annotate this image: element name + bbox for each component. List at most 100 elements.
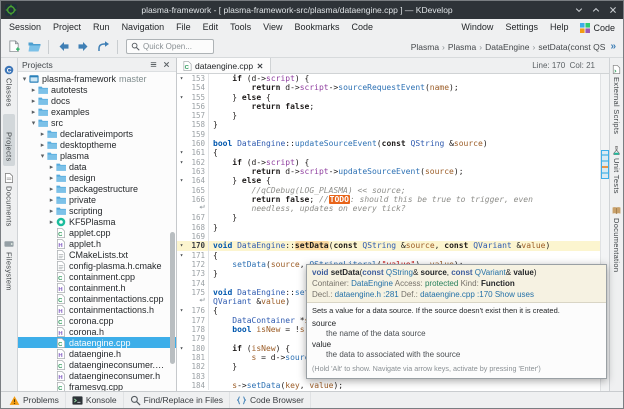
titlebar[interactable]: plasma-framework - [ plasma-framework-sr… <box>1 1 623 19</box>
code-line-169[interactable]: 169 <box>177 232 609 241</box>
dock-tab-filesystem[interactable]: Filesystem <box>3 234 15 296</box>
tree-item-dataengineconsumer-cpp[interactable]: Cdataengineconsumer.cpp <box>18 359 176 370</box>
new-file-button[interactable] <box>5 38 23 56</box>
editor-tab-dataengine-cpp[interactable]: C dataengine.cpp <box>177 58 271 73</box>
tree-item-data[interactable]: ▸data <box>18 161 176 172</box>
code-line-154[interactable]: 154 return d->script->sourceRequestEvent… <box>177 83 609 92</box>
fold-marker-icon[interactable]: ▾ <box>177 148 186 157</box>
tree-item-config-plasma-h-cmake[interactable]: config-plasma.h.cmake <box>18 260 176 271</box>
tree-item-src[interactable]: ▾src <box>18 117 176 128</box>
dock-tab-classes[interactable]: CClasses <box>3 60 15 112</box>
tree-item-desktoptheme[interactable]: ▸desktoptheme <box>18 139 176 150</box>
menu-navigation[interactable]: Navigation <box>116 19 171 36</box>
expander-icon[interactable]: ▾ <box>29 119 38 127</box>
tooltip-link-dataengine-h-281[interactable]: dataengine.h :281 <box>335 290 399 299</box>
tooltip-link-qvariant[interactable]: QVariant <box>475 268 506 277</box>
code-line-170[interactable]: ▾170void DataEngine::setData(const QStri… <box>177 241 609 250</box>
dock-tab-projects[interactable]: Projects <box>3 114 15 167</box>
statusbar-konsole-button[interactable]: Konsole <box>66 392 124 408</box>
tree-item-private[interactable]: ▸private <box>18 194 176 205</box>
tree-item-corona-cpp[interactable]: Ccorona.cpp <box>18 315 176 326</box>
expander-icon[interactable]: ▸ <box>47 185 56 193</box>
tree-item-plasma[interactable]: ▾plasma <box>18 150 176 161</box>
fold-marker-icon[interactable]: ▾ <box>177 344 186 353</box>
code-line-157[interactable]: 157 } <box>177 111 609 120</box>
code-line-166[interactable]: 166 return false; //TODO: should this be… <box>177 195 609 204</box>
menu-settings[interactable]: Settings <box>499 19 544 36</box>
expander-icon[interactable]: ▸ <box>38 141 47 149</box>
tree-item-dataengine-cpp[interactable]: Cdataengine.cpp <box>18 337 176 348</box>
fold-marker-icon[interactable]: ▾ <box>177 241 186 250</box>
expander-icon[interactable]: ▾ <box>20 75 29 83</box>
menu-tools[interactable]: Tools <box>224 19 257 36</box>
area-switcher-button[interactable]: Code <box>574 23 621 33</box>
code-line-165[interactable]: 165 //qCDebug(LOG_PLASMA) << source; <box>177 186 609 195</box>
tree-item-framesvg-cpp[interactable]: Cframesvg.cpp <box>18 381 176 391</box>
code-line-153[interactable]: ▾153 if (d->script) { <box>177 74 609 83</box>
tree-item-containmentactions-cpp[interactable]: Ccontainmentactions.cpp <box>18 293 176 304</box>
tree-item-applet-h[interactable]: Happlet.h <box>18 238 176 249</box>
statusbar-find-replace-in-files-button[interactable]: Find/Replace in Files <box>124 392 230 408</box>
tree-item-containment-cpp[interactable]: Ccontainment.cpp <box>18 271 176 282</box>
tree-item-dataengine-h[interactable]: Hdataengine.h <box>18 348 176 359</box>
fold-marker-icon[interactable]: ▾ <box>177 93 186 102</box>
tab-close-icon[interactable] <box>256 62 264 70</box>
menu-edit[interactable]: Edit <box>197 19 225 36</box>
tree-item-docs[interactable]: ▸docs <box>18 95 176 106</box>
breadcrumb-item-dataengine[interactable]: DataEngine <box>485 42 529 52</box>
tooltip-link-dataengine-cpp-170[interactable]: dataengine.cpp :170 <box>420 290 493 299</box>
menu-bookmarks[interactable]: Bookmarks <box>289 19 346 36</box>
code-line-156[interactable]: 156 return false; <box>177 102 609 111</box>
tree-item-autotests[interactable]: ▸autotests <box>18 84 176 95</box>
code-line-167[interactable]: 167 } <box>177 213 609 222</box>
statusbar-code-browser-button[interactable]: Code Browser <box>230 392 311 408</box>
minimize-button[interactable] <box>572 4 585 17</box>
tree-item-kf5plasma[interactable]: ▸KF5Plasma <box>18 216 176 227</box>
forward-button[interactable] <box>74 38 92 56</box>
projects-scrollbar[interactable] <box>170 74 175 389</box>
tree-item-dataengineconsumer-h[interactable]: Hdataengineconsumer.h <box>18 370 176 381</box>
dock-tab-documents[interactable]: Documents <box>3 168 15 232</box>
dock-tab-unit-tests[interactable]: Unit Tests <box>611 141 622 199</box>
expander-icon[interactable]: ▸ <box>47 218 56 226</box>
menu-session[interactable]: Session <box>3 19 47 36</box>
code-line-171[interactable]: ▾171{ <box>177 251 609 260</box>
menu-run[interactable]: Run <box>87 19 116 36</box>
code-line-wrap[interactable]: needless, updates on every tick? <box>177 204 609 213</box>
expander-icon[interactable]: ▸ <box>47 174 56 182</box>
menu-view[interactable]: View <box>257 19 288 36</box>
expander-icon[interactable]: ▸ <box>47 207 56 215</box>
projects-scrollbar-thumb[interactable] <box>170 232 175 364</box>
code-line-160[interactable]: 160bool DataEngine::updateSourceEvent(co… <box>177 139 609 148</box>
code-line-162[interactable]: ▾162 if (d->script) { <box>177 158 609 167</box>
panel-close-button[interactable] <box>161 59 172 70</box>
fold-marker-icon[interactable]: ▾ <box>177 176 186 185</box>
quick-open-input[interactable]: Quick Open... <box>126 39 214 54</box>
breadcrumb-item-plasma[interactable]: Plasma <box>448 42 476 52</box>
expander-icon[interactable]: ▸ <box>29 86 38 94</box>
tree-item-corona-h[interactable]: Hcorona.h <box>18 326 176 337</box>
expander-icon[interactable]: ▾ <box>38 152 47 160</box>
menu-project[interactable]: Project <box>47 19 87 36</box>
menu-window[interactable]: Window <box>455 19 499 36</box>
code-line-155[interactable]: ▾155 } else { <box>177 93 609 102</box>
menu-help[interactable]: Help <box>544 19 575 36</box>
code-line-158[interactable]: 158} <box>177 120 609 129</box>
breadcrumb-item-plasma[interactable]: Plasma <box>411 42 439 52</box>
expander-icon[interactable]: ▸ <box>29 97 38 105</box>
statusbar-problems-button[interactable]: Problems <box>3 392 66 408</box>
dock-tab-external-scripts[interactable]: External Scripts <box>611 60 622 139</box>
go-definition-button[interactable] <box>94 38 112 56</box>
breadcrumb-item-setdata-const-qs[interactable]: setData(const QS <box>538 42 605 52</box>
fold-marker-icon[interactable]: ▾ <box>177 251 186 260</box>
tree-item-plasma-framework[interactable]: ▾plasma-frameworkmaster <box>18 73 176 84</box>
menu-code[interactable]: Code <box>346 19 380 36</box>
expander-icon[interactable]: ▸ <box>47 196 56 204</box>
code-line-164[interactable]: ▾164 } else { <box>177 176 609 185</box>
close-button[interactable] <box>606 4 619 17</box>
open-file-button[interactable] <box>25 38 43 56</box>
code-line-159[interactable]: 159 <box>177 130 609 139</box>
expander-icon[interactable]: ▸ <box>38 130 47 138</box>
code-line-184[interactable]: 184 s->setData(key, value); <box>177 381 609 390</box>
maximize-button[interactable] <box>589 4 602 17</box>
